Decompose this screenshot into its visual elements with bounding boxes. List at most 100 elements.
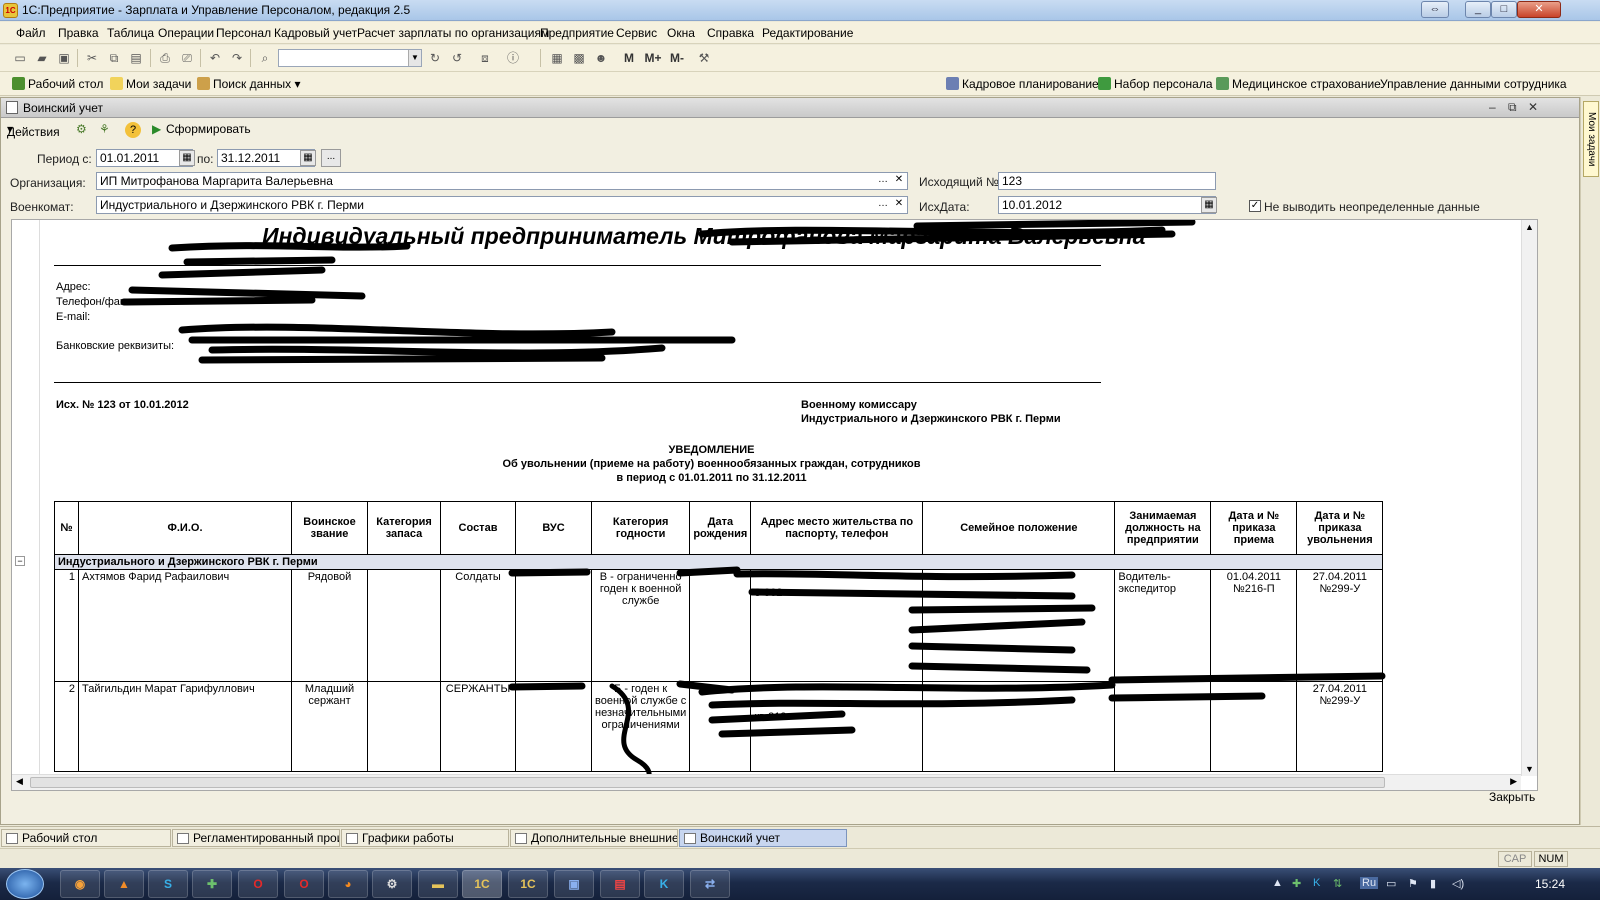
tray-app-icon[interactable]: ✚	[1292, 877, 1301, 890]
tray-k-icon[interactable]: K	[1313, 877, 1320, 889]
opera-taskbar-icon[interactable]: O	[284, 870, 324, 898]
calendar-icon[interactable]: ▦	[300, 150, 316, 166]
calculator-icon[interactable]: ▦	[549, 50, 565, 66]
my-tasks-button[interactable]: Мои задачи	[110, 77, 191, 91]
opera-taskbar-icon[interactable]: O	[238, 870, 278, 898]
tray-power-icon[interactable]: ▮	[1430, 877, 1436, 890]
combo-dropdown-icon[interactable]: ▼	[408, 50, 421, 66]
window-tab-active[interactable]: Воинский учет	[679, 829, 847, 847]
form-restore-button[interactable]: ⧉	[1508, 100, 1517, 115]
clear-icon[interactable]: ✕	[891, 197, 907, 213]
tray-arrow-icon[interactable]: ▲	[1272, 877, 1283, 889]
find-next-icon[interactable]: ↻	[427, 50, 443, 66]
tray-flag-icon[interactable]: ⚑	[1408, 877, 1418, 890]
firefox-taskbar-icon[interactable]: ◕	[328, 870, 368, 898]
period-select-button[interactable]: ...	[321, 149, 341, 167]
menu-file[interactable]: Файл	[16, 26, 46, 40]
start-button[interactable]	[6, 869, 44, 899]
calendar-icon[interactable]: ▦	[1201, 197, 1217, 213]
tray-network-icon[interactable]: ⇅	[1333, 877, 1342, 890]
window-tab[interactable]: Дополнительные внешние ...	[510, 829, 678, 847]
windows-icon[interactable]: ⧈	[477, 50, 493, 66]
horizontal-scroll-thumb[interactable]	[30, 777, 1385, 788]
save-settings-icon[interactable]: ⚘	[99, 122, 110, 136]
monitor-taskbar-icon[interactable]: ▤	[600, 870, 640, 898]
menu-windows[interactable]: Окна	[667, 26, 695, 40]
window-tab[interactable]: Графики работы	[341, 829, 509, 847]
menu-table[interactable]: Таблица	[107, 26, 154, 40]
save-icon[interactable]: ▣	[56, 50, 72, 66]
report-spreadsheet[interactable]: − Индивидуальный предприниматель Митрофа…	[11, 219, 1538, 791]
vertical-scrollbar[interactable]: ▲ ▼	[1521, 220, 1537, 776]
memory-plus-button[interactable]: M+	[642, 50, 664, 66]
scroll-left-icon[interactable]: ◀	[16, 776, 23, 787]
network-taskbar-icon[interactable]: ⇄	[690, 870, 730, 898]
search-combo[interactable]: ▼	[278, 49, 422, 67]
maximize-button[interactable]: □	[1491, 1, 1517, 18]
1c-v8-taskbar-icon[interactable]: 1С	[508, 870, 548, 898]
hr-planning-button[interactable]: Кадровое планирование	[946, 77, 1099, 91]
data-search-button[interactable]: Поиск данных ▾	[197, 77, 301, 91]
scroll-right-icon[interactable]: ▶	[1510, 776, 1517, 787]
menu-editing[interactable]: Редактирование	[762, 26, 853, 40]
undo-icon[interactable]: ↶	[207, 50, 223, 66]
tool-taskbar-icon[interactable]: ⚙	[372, 870, 412, 898]
medical-insurance-button[interactable]: Медицинское страхование	[1216, 77, 1381, 91]
clear-icon[interactable]: ✕	[891, 173, 907, 189]
open-folder-icon[interactable]: ▰	[34, 50, 50, 66]
undefined-data-checkbox[interactable]: ✓	[1249, 200, 1261, 212]
print-icon[interactable]: ⎙	[157, 50, 173, 66]
minimize-button[interactable]: _	[1465, 1, 1491, 18]
folder-taskbar-icon[interactable]: ▬	[418, 870, 458, 898]
employee-data-button[interactable]: Управление данными сотрудника	[1380, 77, 1567, 91]
1c-taskbar-icon[interactable]: 1С	[462, 870, 502, 898]
form-close-button[interactable]: ✕	[1528, 100, 1538, 114]
language-indicator[interactable]: Ru	[1360, 877, 1379, 889]
calendar-icon[interactable]: ▦	[179, 150, 195, 166]
new-document-icon[interactable]: ▭	[12, 50, 28, 66]
find-prev-icon[interactable]: ↺	[449, 50, 465, 66]
app-taskbar-icon[interactable]: ✚	[192, 870, 232, 898]
menu-personnel[interactable]: Персонал	[216, 26, 271, 40]
collapse-group-icon[interactable]: −	[15, 556, 25, 566]
organization-input[interactable]: ИП Митрофанова Маргарита Валерьевна	[96, 172, 908, 190]
menu-enterprise[interactable]: Предприятие	[540, 26, 614, 40]
cut-icon[interactable]: ✂	[84, 50, 100, 66]
window-tab[interactable]: Регламентированный прои...	[172, 829, 340, 847]
memory-minus-button[interactable]: M-	[666, 50, 688, 66]
close-form-button[interactable]: Закрыть	[1489, 790, 1535, 804]
tray-monitor-icon[interactable]: ▭	[1386, 877, 1396, 890]
settings-icon[interactable]: ⚙	[76, 122, 87, 136]
scroll-up-icon[interactable]: ▲	[1525, 222, 1534, 232]
close-window-button[interactable]: ✕	[1517, 1, 1561, 18]
print-preview-icon[interactable]: ⎚	[179, 50, 195, 66]
outgoing-date-input[interactable]: 10.01.2012	[998, 196, 1216, 214]
vlc-taskbar-icon[interactable]: ▲	[104, 870, 144, 898]
browser-taskbar-icon[interactable]: ◉	[60, 870, 100, 898]
recruitment-button[interactable]: Набор персонала	[1098, 77, 1213, 91]
desktop-button[interactable]: Рабочий стол	[12, 77, 103, 91]
menu-payroll[interactable]: Расчет зарплаты по организациям	[357, 26, 549, 40]
horizontal-scrollbar[interactable]: ◀ ▶	[12, 774, 1521, 790]
menu-help[interactable]: Справка	[707, 26, 754, 40]
window-tab[interactable]: Рабочий стол	[1, 829, 171, 847]
select-ellipsis-icon[interactable]: …	[875, 173, 891, 189]
select-ellipsis-icon[interactable]: …	[875, 197, 891, 213]
redo-icon[interactable]: ↷	[229, 50, 245, 66]
outgoing-number-input[interactable]: 123	[998, 172, 1216, 190]
my-tasks-side-tab[interactable]: Мои задачи	[1583, 101, 1599, 177]
restore-window-button[interactable]: ⇔	[1421, 1, 1449, 18]
military-office-input[interactable]: Индустриального и Дзержинского РВК г. Пе…	[96, 196, 908, 214]
copy-icon[interactable]: ⧉	[106, 50, 122, 66]
form-minimize-button[interactable]: –	[1489, 100, 1496, 114]
menu-service[interactable]: Сервис	[616, 26, 657, 40]
memory-m-button[interactable]: M	[621, 50, 637, 66]
menu-hr[interactable]: Кадровый учет	[274, 26, 357, 40]
actions-menu[interactable]: Действия ▾	[7, 122, 60, 139]
users-icon[interactable]: ☻	[593, 50, 609, 66]
search-icon[interactable]: ⌕	[257, 50, 273, 66]
calendar-icon[interactable]: ▩	[571, 50, 587, 66]
scroll-down-icon[interactable]: ▼	[1525, 764, 1534, 774]
help-icon[interactable]: ?	[125, 122, 141, 138]
k-taskbar-icon[interactable]: K	[644, 870, 684, 898]
